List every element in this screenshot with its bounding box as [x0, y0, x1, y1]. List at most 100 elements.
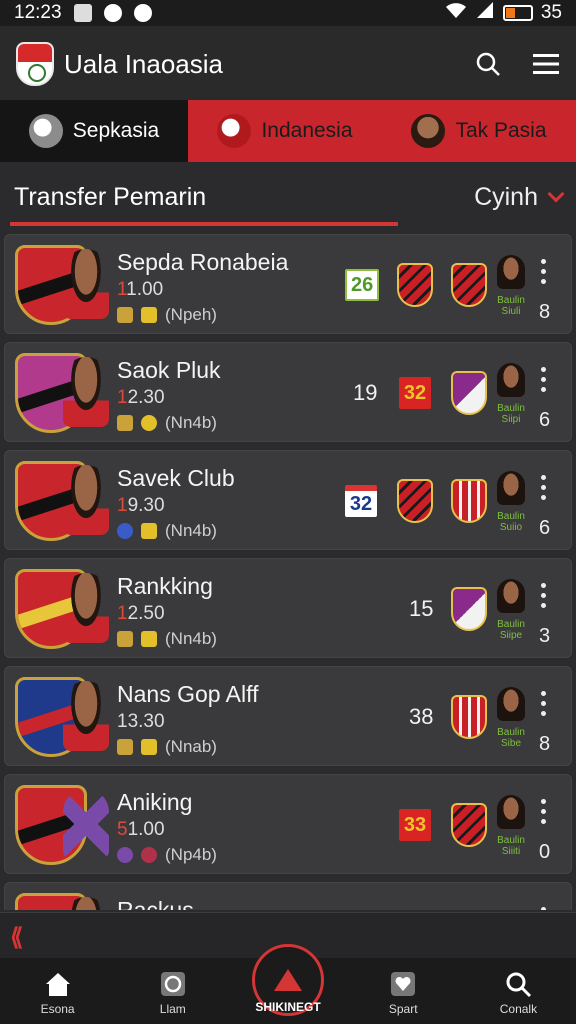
player-meta: (Nn4b) [117, 629, 217, 649]
nav-item-sport[interactable]: Spart [346, 958, 461, 1024]
heart-icon [391, 972, 416, 996]
tag-icon [117, 307, 133, 323]
more-options-button[interactable] [541, 367, 547, 392]
menu-button[interactable] [532, 50, 560, 78]
player-meta: (Np4b) [117, 845, 217, 865]
app-logo [16, 42, 54, 86]
app-bar: Uala Inaoasia [0, 26, 576, 102]
more-options-button[interactable] [541, 691, 547, 716]
more-options-button[interactable] [541, 907, 547, 910]
club-badge [451, 371, 487, 415]
player-tag: Baulin Suiio [497, 511, 525, 533]
crown-icon [117, 631, 133, 647]
tab-tak-pasia[interactable]: Tak Pasia [382, 100, 576, 162]
status-time: 12:23 [14, 2, 62, 23]
club-badge [397, 479, 433, 523]
player-price: 51.00 [117, 819, 165, 840]
home-icon [45, 973, 70, 996]
avatar [497, 363, 525, 397]
more-options-button[interactable] [541, 583, 547, 608]
center-action-label: SHIKINEGT [255, 1000, 321, 1014]
message-icon [133, 4, 152, 22]
player-price: 12.30 [117, 387, 165, 408]
shield-icon [117, 415, 133, 431]
player-price: 19.30 [117, 495, 165, 516]
player-name: Sepda Ronabeia [117, 249, 289, 275]
collapse-icon[interactable]: ⟪ [10, 923, 23, 952]
search-button[interactable] [474, 50, 502, 78]
avatar [497, 255, 525, 289]
section-header: Transfer Pemarin Cyinh [0, 162, 576, 232]
list-item[interactable]: Aniking 51.00 (Np4b) 33 Baulin Siiiti 0 [4, 774, 572, 874]
league-tabs: Sepkasia Indanesia Tak Pasia [0, 100, 576, 162]
player-count: 6 [539, 409, 551, 431]
list-item[interactable]: Saok Pluk 12.30 (Nn4b) 19 32 Baulin Siip… [4, 342, 572, 442]
transfer-list: Sepda Ronabeia 11.00 (Npeh) 26 Baulin Si… [4, 234, 572, 910]
player-price: 13.30 [117, 711, 165, 732]
list-item[interactable]: Savek Club 19.30 (Nn4b) 32 Baulin Suiio … [4, 450, 572, 550]
list-item[interactable]: Nans Gop Alff 13.30 (Nnab) 38 Baulin Sib… [4, 666, 572, 766]
stat-value: 19 [353, 380, 378, 405]
boots-icon [141, 631, 157, 647]
player-name: Savek Club [117, 465, 235, 491]
nav-label: Llam [159, 1002, 186, 1016]
nav-label: Conalk [499, 1002, 538, 1016]
briefcase-icon [73, 4, 92, 22]
player-tag: Baulin Siipi [497, 403, 525, 425]
list-item[interactable]: Sepda Ronabeia 11.00 (Npeh) 26 Baulin Si… [4, 234, 572, 334]
player-name: Rackus [117, 897, 194, 910]
player-count: 8 [539, 733, 551, 755]
player-tag: Baulin Siipe [497, 619, 525, 641]
score-badge: 26 [345, 269, 380, 301]
more-options-button[interactable] [541, 475, 547, 500]
player-count: 0 [539, 841, 551, 863]
stat-value: 15 [409, 596, 434, 621]
tab-label: Tak Pasia [455, 119, 547, 142]
player-name: Saok Pluk [117, 357, 221, 383]
nav-item-home[interactable]: Esona [0, 958, 115, 1024]
club-badge [451, 803, 487, 847]
section-title: Transfer Pemarin [14, 182, 207, 211]
section-underline [10, 222, 398, 226]
coin-icon [141, 415, 157, 431]
score-badge: 33 [399, 809, 431, 841]
nav-label: Spart [388, 1002, 418, 1016]
avatar [497, 471, 525, 505]
score-badge: 32 [399, 377, 431, 409]
player-name: Nans Gop Alff [117, 681, 259, 707]
club-badge [451, 263, 487, 307]
player-count: 6 [539, 517, 551, 539]
stat-value: 38 [409, 704, 434, 729]
list-item[interactable]: Rackus [4, 882, 572, 910]
player-tag: Baulin Sibe [497, 727, 525, 749]
avatar [497, 579, 525, 613]
calendar-badge: 32 [345, 485, 377, 517]
tab-sepkasia[interactable]: Sepkasia [0, 100, 188, 162]
nav-item-timer[interactable]: Llam [115, 958, 230, 1024]
notification-icon [103, 4, 122, 22]
player-tag: Baulin Siuli [497, 295, 525, 317]
player-meta: (Nnab) [117, 737, 217, 757]
player-avatar-icon [411, 114, 446, 148]
avatar [63, 681, 109, 751]
nav-item-search[interactable]: Conalk [461, 958, 576, 1024]
player-count: 8 [539, 301, 551, 323]
tab-label: Indanesia [261, 119, 353, 142]
club-badge [451, 695, 487, 739]
fruit-icon [141, 847, 157, 863]
player-meta: (Nn4b) [117, 413, 217, 433]
status-bar: 12:23 35 [0, 0, 576, 26]
timer-icon [160, 972, 185, 996]
player-price: 12.50 [117, 603, 165, 624]
more-options-button[interactable] [541, 259, 547, 284]
search-icon [506, 972, 532, 998]
avatar [63, 573, 109, 643]
avatar [63, 249, 109, 319]
tab-indanesia[interactable]: Indanesia [188, 100, 382, 162]
filter-label: Cyinh [474, 182, 538, 211]
list-item[interactable]: Rankking 12.50 (Nn4b) 15 Baulin Siipe 3 [4, 558, 572, 658]
bird-icon [28, 114, 63, 148]
player-meta: (Npeh) [117, 305, 217, 325]
filter-dropdown[interactable]: Cyinh [474, 182, 565, 212]
more-options-button[interactable] [541, 799, 547, 824]
